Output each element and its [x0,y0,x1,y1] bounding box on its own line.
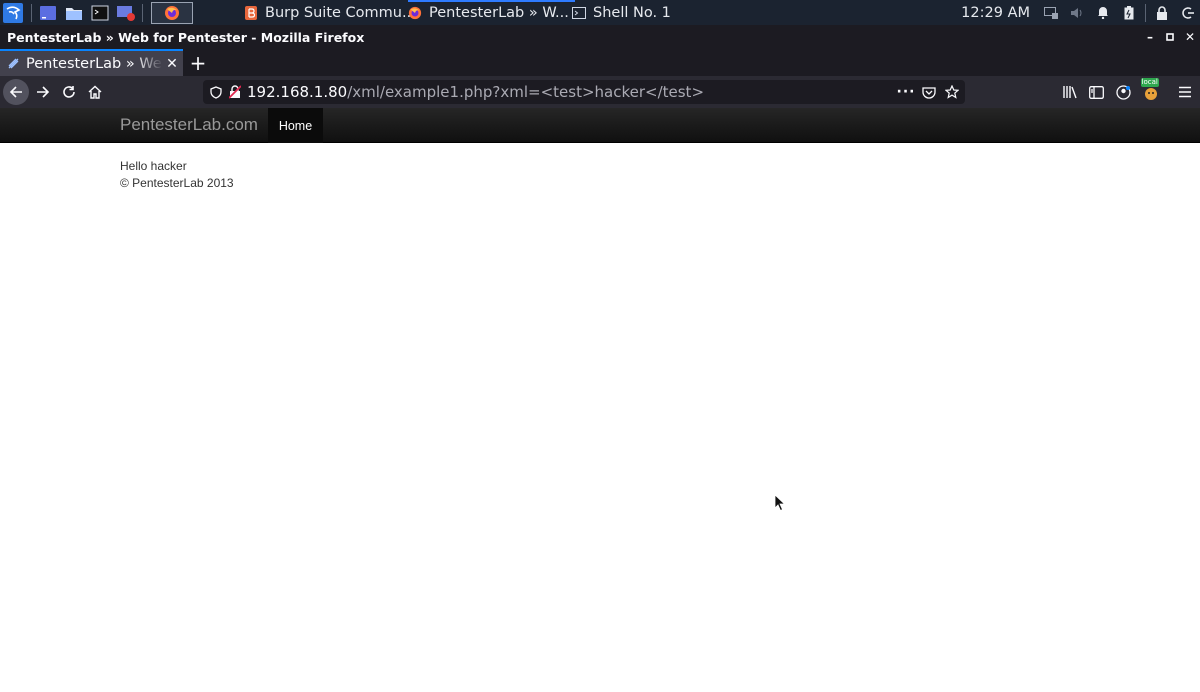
footer-copyright: © PentesterLab 2013 [120,176,234,190]
tracking-shield-icon[interactable] [208,84,224,100]
window-title: PentesterLab » Web for Pentester - Mozil… [7,29,365,45]
desktop-taskbar: Burp Suite Commu... PentesterLab » W... … [0,0,1200,25]
library-icon[interactable] [1059,81,1081,103]
back-button[interactable] [3,79,29,105]
firefox-icon [408,6,422,20]
volume-icon[interactable] [1069,5,1085,21]
taskbar-task-shell[interactable]: Shell No. 1 [572,0,671,25]
page-content: Hello hacker © PentesterLab 2013 [120,158,234,192]
burp-icon [244,5,258,20]
taskbar-separator [142,3,143,22]
taskbar-task-firefox[interactable]: PentesterLab » W... [408,0,575,25]
maximize-icon[interactable] [1160,30,1180,44]
firefox-launcher-icon[interactable] [151,1,193,24]
system-tray: 12:29 AM [961,0,1200,25]
terminal-icon[interactable] [90,3,110,23]
new-tab-button[interactable]: + [189,49,207,76]
taskbar-task-label: Burp Suite Commu... [265,4,416,21]
tab-strip: PentesterLab » Web for Pentester ✕ + [0,49,1200,76]
clock[interactable]: 12:29 AM [961,5,1030,21]
notifications-icon[interactable] [1095,5,1111,21]
close-tab-icon[interactable]: ✕ [163,56,181,72]
taskbar-task-label: PentesterLab » W... [429,4,569,21]
taskbar-separator [31,3,32,22]
file-manager-icon[interactable] [64,3,84,23]
url-bar[interactable]: 192.168.1.80/xml/example1.php?xml=<test>… [203,80,965,104]
taskbar-task-label: Shell No. 1 [593,4,671,21]
network-icon[interactable] [1043,5,1059,21]
kali-menu-icon[interactable] [3,2,23,23]
foxyproxy-extension-icon[interactable]: local [1140,78,1162,103]
forward-button[interactable] [30,79,56,105]
home-button[interactable] [82,79,108,105]
taskbar-task-burp[interactable]: Burp Suite Commu... [244,0,416,25]
extension-badge: local [1140,78,1159,87]
url-text[interactable]: 192.168.1.80/xml/example1.php?xml=<test>… [247,83,704,101]
page-actions-icon[interactable]: ··· [897,83,915,101]
show-desktop-icon[interactable] [38,3,58,23]
pentesterlab-favicon-icon [7,57,20,70]
insecure-connection-icon[interactable] [227,84,243,100]
bookmark-star-icon[interactable] [943,83,961,101]
tab-label: PentesterLab » Web for Pentester [26,55,163,72]
lock-icon[interactable] [1154,5,1170,21]
taskbar-separator [1145,3,1146,22]
site-brand-link[interactable]: PentesterLab.com [120,108,258,143]
mouse-cursor-icon [774,494,786,516]
url-bar-actions: ··· [892,80,961,104]
site-navbar: PentesterLab.com Home [0,108,1200,143]
battery-icon[interactable] [1121,5,1137,21]
window-titlebar: PentesterLab » Web for Pentester - Mozil… [0,25,1200,49]
navigation-toolbar: 192.168.1.80/xml/example1.php?xml=<test>… [0,76,1200,108]
sidebar-icon[interactable] [1086,81,1108,103]
menu-hamburger-icon[interactable] [1174,81,1196,103]
url-path: /xml/example1.php?xml=<test>hacker</test… [347,83,705,101]
screen-recorder-icon[interactable] [116,3,136,23]
greeting-text: Hello hacker [120,159,187,173]
terminal-icon [572,6,586,20]
toolbar-right: local [1056,76,1200,108]
close-window-icon[interactable]: ✕ [1180,30,1200,44]
minimize-icon[interactable]: – [1140,30,1160,44]
account-icon[interactable] [1113,81,1135,103]
url-host: 192.168.1.80 [247,83,348,101]
tab-pentesterlab[interactable]: PentesterLab » Web for Pentester ✕ [0,49,183,76]
reload-button[interactable] [56,79,82,105]
logout-icon[interactable] [1180,5,1196,21]
window-controls: – ✕ [1140,25,1200,49]
pocket-icon[interactable] [920,83,938,101]
nav-home-link[interactable]: Home [268,108,323,143]
